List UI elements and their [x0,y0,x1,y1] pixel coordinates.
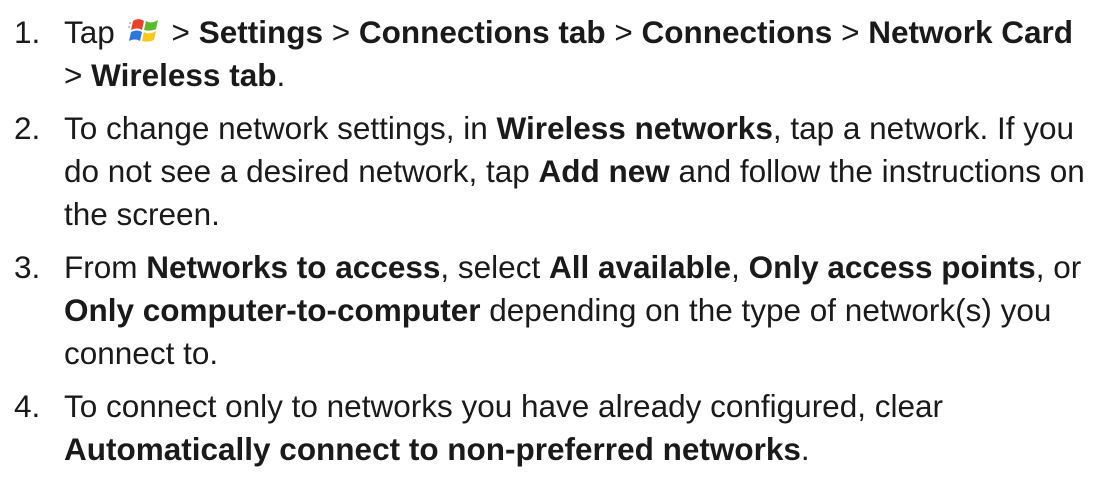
step-text-bold: Add new [538,153,670,189]
step-text-bold: Wireless networks [496,110,773,146]
step-1: 1. Tap > Settings > Connections tab > Co… [0,0,1109,97]
step-text: Tap [64,14,124,50]
step-4: 4. To connect only to networks you have … [0,385,1109,471]
step-3: 3. From Networks to access, select All a… [0,246,1109,375]
step-text: > [322,14,359,50]
step-text-bold: Only access points [748,249,1036,285]
step-text: . [800,431,810,467]
step-number: 3. [14,249,41,285]
step-number: 4. [14,388,41,424]
flag-yellow-pane [141,31,156,42]
instruction-list: 1. Tap > Settings > Connections tab > Co… [0,0,1109,471]
step-text-bold: All available [548,249,732,285]
flag-red-pane [130,19,144,30]
step-text-bold: Connections [641,14,833,50]
step-text: To connect only to networks you have alr… [64,388,944,424]
step-text: . [276,57,286,93]
step-text: To change network settings, in [64,110,497,146]
step-2: 2. To change network settings, in Wirele… [0,107,1109,236]
step-text: > [171,14,199,50]
step-text-bold: Settings [198,14,323,50]
step-text: , [731,249,749,285]
step-text-bold: Automatically connect to non-preferred n… [64,431,801,467]
step-text-bold: Only computer-to-computer [64,292,481,328]
step-text: From [64,249,147,285]
step-text-bold: Network Card [868,14,1074,50]
windows-start-icon [127,14,162,48]
flag-trail [127,22,131,28]
step-text-bold: Wireless tab [91,57,277,93]
step-text: > [832,14,869,50]
flag-green-pane [143,20,158,31]
step-text-bold: Connections tab [358,14,606,50]
step-text: > [64,57,92,93]
step-text-bold: Networks to access [146,249,441,285]
step-text: , select [440,249,549,285]
step-number: 2. [14,110,41,146]
step-text: , or [1035,249,1082,285]
step-number: 1. [14,14,41,50]
flag-blue-pane [128,30,142,41]
step-text: > [605,14,642,50]
